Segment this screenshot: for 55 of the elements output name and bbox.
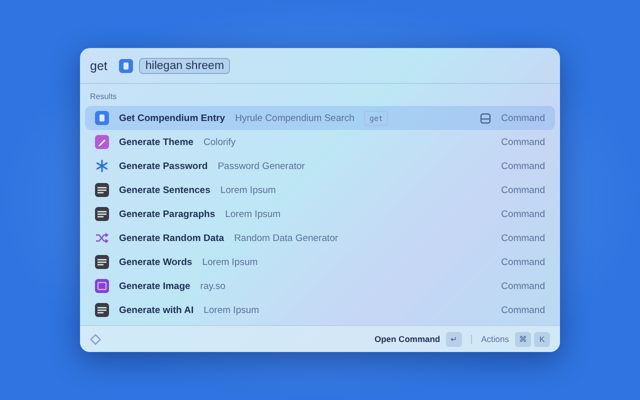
result-title: Generate Random Data xyxy=(119,232,224,244)
asterisk-icon xyxy=(95,159,109,173)
result-type: Command xyxy=(501,280,545,292)
actions-button[interactable]: Actions xyxy=(481,334,509,344)
result-item[interactable]: Generate Password Password Generator Command xyxy=(85,154,555,178)
drawer-icon xyxy=(480,112,492,124)
result-title: Generate Image xyxy=(119,280,190,292)
logo-icon xyxy=(90,334,101,344)
shortcut-key: ⌘ xyxy=(515,332,531,346)
result-type: Command xyxy=(501,208,545,220)
result-type: Command xyxy=(501,304,545,316)
result-subtitle: Random Data Generator xyxy=(234,232,338,244)
result-title: Generate Paragraphs xyxy=(119,208,216,220)
result-subtitle: Lorem Ipsum xyxy=(202,256,258,268)
result-subtitle: Lorem Ipsum xyxy=(204,304,260,316)
result-subtitle: Hyrule Compendium Search xyxy=(235,112,354,124)
result-item[interactable]: Generate Theme Colorify Command xyxy=(85,130,555,154)
result-subtitle: Lorem Ipsum xyxy=(220,184,276,196)
result-type: Command xyxy=(501,160,545,172)
result-subtitle: ray.so xyxy=(200,280,226,292)
terminal-icon xyxy=(95,207,109,221)
terminal-icon xyxy=(95,255,109,269)
result-type: Command xyxy=(501,136,545,148)
result-title: Generate with AI xyxy=(119,304,194,316)
result-item[interactable]: Generate Image ray.so Command xyxy=(85,274,555,298)
result-item[interactable]: Generate Paragraphs Lorem Ipsum Command xyxy=(85,202,555,226)
result-type: Command xyxy=(501,184,545,196)
result-item[interactable]: Generate Words Lorem Ipsum Command xyxy=(85,250,555,274)
result-subtitle: Password Generator xyxy=(218,160,305,172)
terminal-icon xyxy=(95,183,109,197)
result-type: Command xyxy=(501,256,545,268)
return-key: ↵ xyxy=(446,332,462,346)
search-keyword: get xyxy=(90,58,108,72)
shuffle-icon xyxy=(95,231,109,245)
argument-field[interactable]: hilegan shreem xyxy=(139,58,230,74)
result-title: Get Compendium Entry xyxy=(119,112,226,124)
result-type: Command xyxy=(501,112,545,124)
terminal-icon xyxy=(95,303,109,317)
result-title: Generate Password xyxy=(119,160,208,172)
result-subtitle: Lorem Ipsum xyxy=(225,208,281,220)
result-item[interactable]: Generate Sentences Lorem Ipsum Command xyxy=(85,178,555,202)
section-title: Results xyxy=(89,91,118,103)
result-title: Generate Theme xyxy=(119,136,194,148)
shortcut-key: K xyxy=(534,332,550,346)
document-icon xyxy=(95,111,109,125)
document-icon xyxy=(119,58,134,72)
result-type: Command xyxy=(501,232,545,244)
image-icon xyxy=(95,279,109,293)
result-title: Generate Sentences xyxy=(119,184,210,196)
pencil-icon xyxy=(95,135,109,149)
result-title: Generate Words xyxy=(119,256,192,268)
result-item[interactable]: Generate Random Data Random Data Generator Command xyxy=(85,226,555,250)
result-item[interactable]: Generate with AI Lorem Ipsum Command xyxy=(85,298,555,322)
open-command-button[interactable]: Open Command xyxy=(374,334,440,344)
result-subtitle: Colorify xyxy=(203,136,236,148)
